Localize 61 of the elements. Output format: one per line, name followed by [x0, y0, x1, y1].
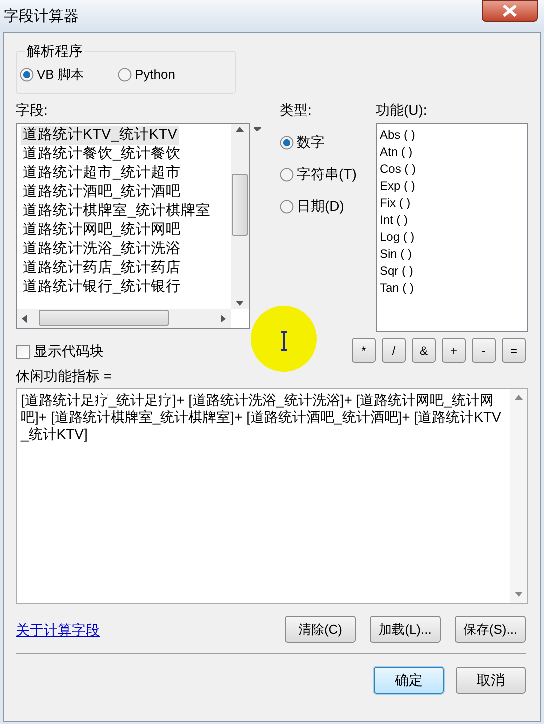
radio-icon[interactable] [280, 200, 294, 214]
radio-icon[interactable] [118, 68, 132, 82]
radio-label[interactable]: VB 脚本 [37, 64, 84, 84]
file-button[interactable]: 清除(C) [285, 616, 356, 643]
operator-button[interactable]: / [382, 338, 406, 363]
list-item[interactable]: Abs ( ) [380, 127, 416, 144]
scroll-left-icon [22, 314, 27, 322]
group-label: 解析程序 [25, 42, 85, 60]
operator-button[interactable]: + [442, 338, 466, 363]
list-item[interactable]: 道路统计超市_统计超市 [21, 164, 184, 183]
horizontal-scrollbar[interactable] [17, 309, 231, 328]
list-item[interactable]: 道路统计洗浴_统计洗浴 [21, 240, 184, 259]
scrollbar-thumb[interactable] [232, 174, 248, 236]
radio-label[interactable]: 数字 [297, 132, 325, 153]
list-item[interactable]: 道路统计药店_统计药店 [21, 259, 184, 278]
dropdown-mark-icon [254, 125, 261, 131]
list-item[interactable]: Cos ( ) [380, 161, 416, 178]
scroll-down-icon [236, 301, 244, 306]
list-item[interactable]: 道路统计酒吧_统计酒吧 [21, 183, 184, 202]
operator-button[interactable]: - [472, 338, 496, 363]
cursor-highlight-drawing [251, 306, 317, 372]
scrollbar-thumb[interactable] [39, 310, 169, 326]
list-item[interactable]: Log ( ) [380, 229, 415, 246]
functions-label: 功能(U): [376, 101, 428, 120]
list-item[interactable]: Exp ( ) [380, 178, 416, 195]
checkbox-label[interactable]: 显示代码块 [34, 341, 104, 362]
vertical-scrollbar[interactable] [231, 124, 249, 309]
radio-label[interactable]: 日期(D) [297, 196, 344, 217]
list-item[interactable]: Atn ( ) [380, 144, 413, 161]
list-item[interactable]: 道路统计棋牌室_统计棋牌室 [21, 202, 214, 221]
radio-selected-icon[interactable] [20, 68, 34, 82]
about-link[interactable]: 关于计算字段 [16, 620, 100, 641]
operator-button[interactable]: & [412, 338, 436, 363]
file-button[interactable]: 保存(S)... [455, 616, 526, 643]
list-item[interactable]: Sqr ( ) [380, 263, 414, 280]
checkbox[interactable] [16, 344, 30, 358]
radio-icon[interactable] [280, 168, 294, 182]
close-button[interactable] [482, 0, 538, 22]
expression-label: 休闲功能指标 = [16, 367, 114, 384]
scroll-up-icon [236, 127, 244, 132]
file-button[interactable]: 加载(L)... [370, 616, 441, 643]
window-title: 字段计算器 [4, 7, 79, 27]
operator-button[interactable]: * [352, 338, 376, 363]
list-item[interactable]: Fix ( ) [380, 195, 411, 212]
fields-label: 字段: [16, 101, 49, 120]
dialog-button[interactable]: 确定 [374, 667, 444, 694]
list-item[interactable]: Int ( ) [380, 212, 408, 229]
list-item[interactable]: 道路统计银行_统计银行 [21, 278, 184, 297]
operator-button[interactable]: = [502, 338, 526, 363]
list-item[interactable]: 道路统计KTV_统计KTV [21, 126, 180, 145]
radio-selected-icon[interactable] [280, 136, 294, 150]
list-item[interactable]: Tan ( ) [380, 280, 414, 297]
type-label: 类型: [280, 101, 313, 120]
list-item[interactable]: Sin ( ) [380, 246, 412, 263]
dialog-button[interactable]: 取消 [456, 667, 526, 694]
list-item[interactable]: 道路统计餐饮_统计餐饮 [21, 145, 184, 164]
list-item[interactable]: 道路统计网吧_统计网吧 [21, 221, 184, 240]
radio-label[interactable]: 字符串(T) [297, 164, 357, 185]
radio-label[interactable]: Python [134, 64, 176, 84]
close-icon [502, 5, 518, 17]
scroll-right-icon [221, 314, 226, 322]
